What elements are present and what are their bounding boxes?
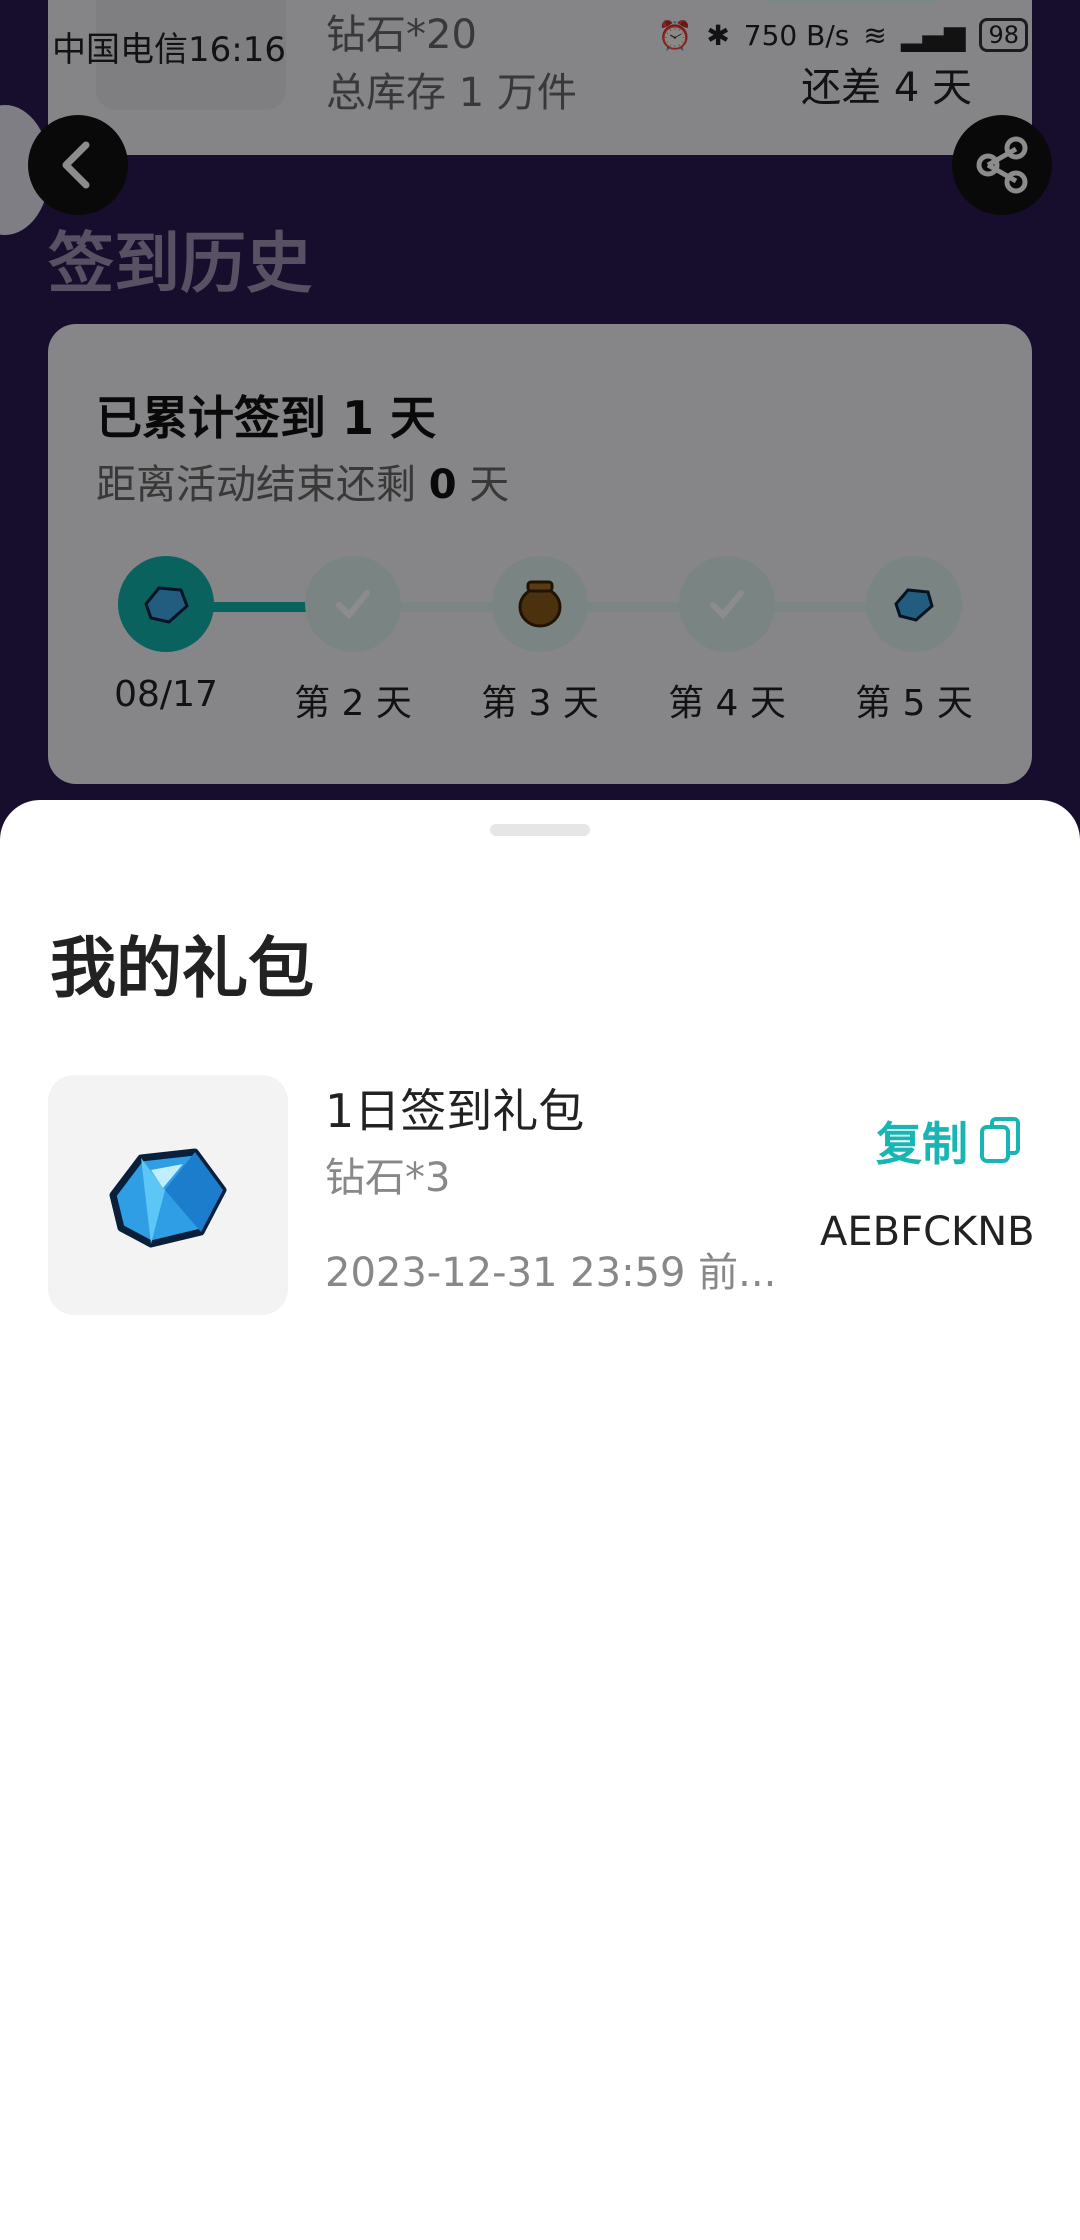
copy-button[interactable]: 复制 <box>876 1108 1022 1174</box>
copy-label: 复制 <box>876 1117 968 1171</box>
sheet-title: 我的礼包 <box>50 930 314 1007</box>
gift-desc: 钻石*3 <box>325 1155 451 1201</box>
copy-icon <box>980 1117 1020 1163</box>
sheet-drag-handle[interactable] <box>490 824 590 836</box>
page-background: 钻石*20 总库存 1 万件 领取 还差 4 天 中国电信16:16 ⏰ ✱ 7… <box>0 0 1080 2240</box>
gift-expiry: 2023-12-31 23:59 前... <box>325 1250 775 1296</box>
diamond-icon <box>109 1148 227 1248</box>
gift-code[interactable]: AEBFCKNB <box>820 1202 1040 1262</box>
gift-name: 1日签到礼包 <box>325 1084 585 1138</box>
gift-bottom-sheet: 我的礼包 1日签到礼包 钻石*3 2023-12-31 23:59 前... 复… <box>0 800 1080 2240</box>
gift-thumbnail <box>48 1075 288 1315</box>
